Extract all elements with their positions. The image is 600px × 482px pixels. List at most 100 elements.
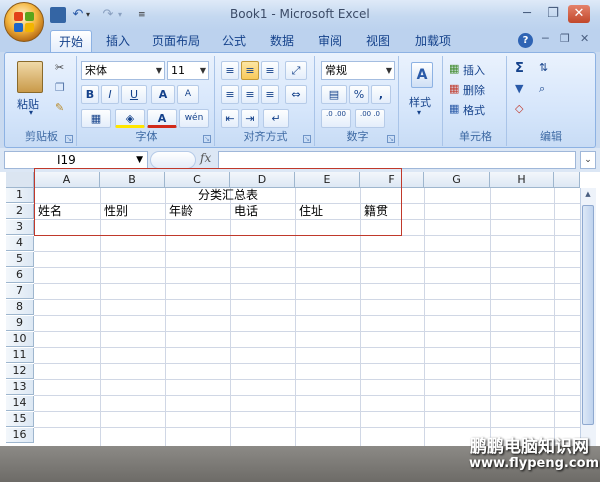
align-right-button[interactable]: ≡ <box>261 85 279 104</box>
number-expand-icon[interactable]: ↘ <box>387 135 395 143</box>
delete-cells-button[interactable]: 删除 <box>463 82 485 98</box>
align-middle-button[interactable]: ≡ <box>241 61 259 80</box>
tab-page-layout[interactable]: 页面布局 <box>146 30 206 52</box>
row-header-3[interactable]: 3 <box>6 220 34 235</box>
row-header-5[interactable]: 5 <box>6 252 34 267</box>
row-header-14[interactable]: 14 <box>6 396 34 411</box>
alignment-expand-icon[interactable]: ↘ <box>303 135 311 143</box>
fill-color-button[interactable]: ◈ <box>115 109 145 128</box>
row-header-11[interactable]: 11 <box>6 348 34 363</box>
column-header-h[interactable]: H <box>490 172 554 188</box>
increase-decimal-button[interactable]: .0 .00 <box>321 109 351 128</box>
formula-bar-separator[interactable] <box>150 151 196 169</box>
orientation-button[interactable]: ⤢ <box>285 61 307 80</box>
formula-input[interactable] <box>218 151 576 169</box>
align-left-button[interactable]: ≡ <box>221 85 239 104</box>
row-header-4[interactable]: 4 <box>6 236 34 251</box>
underline-button[interactable]: U <box>121 85 147 104</box>
number-format-select[interactable]: 常规 ▼ <box>321 61 395 80</box>
number-format-value: 常规 <box>325 64 347 77</box>
undo-icon[interactable]: ↶ <box>70 7 86 23</box>
format-painter-icon[interactable]: ✎ <box>55 101 64 114</box>
copy-icon[interactable]: ❐ <box>55 81 65 94</box>
font-size-select[interactable]: 11 ▼ <box>167 61 209 80</box>
clear-icon[interactable]: ◇ <box>515 102 523 115</box>
column-header-partial[interactable] <box>554 172 580 188</box>
scroll-up-icon[interactable]: ▲ <box>582 190 594 202</box>
row-header-2[interactable]: 2 <box>6 204 34 219</box>
tab-formulas[interactable]: 公式 <box>214 30 254 52</box>
tab-addins[interactable]: 加载项 <box>406 30 460 52</box>
tab-home[interactable]: 开始 <box>50 30 92 52</box>
font-expand-icon[interactable]: ↘ <box>203 135 211 143</box>
autosum-icon[interactable]: Σ <box>515 61 524 76</box>
borders-button[interactable]: ▦ <box>81 109 111 128</box>
column-header-g[interactable]: G <box>424 172 490 188</box>
row-header-8[interactable]: 8 <box>6 300 34 315</box>
decrease-indent-button[interactable]: ⇤ <box>221 109 239 128</box>
shrink-font-button[interactable]: A <box>177 85 199 104</box>
increase-indent-button[interactable]: ⇥ <box>241 109 259 128</box>
row-header-12[interactable]: 12 <box>6 364 34 379</box>
redo-icon[interactable]: ↷ <box>100 7 116 23</box>
group-cells: ▦ 插入 ▦ 删除 ▦ 格式 单元格 <box>445 56 507 146</box>
row-header-13[interactable]: 13 <box>6 380 34 395</box>
percent-button[interactable]: % <box>349 85 369 104</box>
redo-dropdown-icon[interactable]: ▾ <box>118 7 134 23</box>
minimize-icon[interactable]: ─ <box>516 5 538 23</box>
row-header-1[interactable]: 1 <box>6 188 34 203</box>
align-center-button[interactable]: ≡ <box>241 85 259 104</box>
row-header-10[interactable]: 10 <box>6 332 34 347</box>
decrease-decimal-button[interactable]: .00 .0 <box>355 109 385 128</box>
insert-function-icon[interactable]: fx <box>200 151 211 165</box>
gridline <box>34 379 580 380</box>
styles-dropdown-icon[interactable]: ▾ <box>417 108 421 117</box>
gridline <box>34 331 580 332</box>
tab-view[interactable]: 视图 <box>358 30 398 52</box>
phonetic-button[interactable]: wén <box>179 109 209 128</box>
cut-icon[interactable]: ✂ <box>55 61 64 74</box>
format-cells-button[interactable]: 格式 <box>463 102 485 118</box>
tab-review[interactable]: 审阅 <box>310 30 350 52</box>
font-name-select[interactable]: 宋体 ▼ <box>81 61 165 80</box>
ribbon-close-icon[interactable]: ✕ <box>580 32 589 45</box>
paste-icon[interactable] <box>17 61 43 93</box>
expand-formula-bar-icon[interactable]: ⌄ <box>580 151 596 169</box>
help-icon[interactable]: ? <box>518 33 533 48</box>
name-box[interactable]: I19 ▼ <box>4 151 148 169</box>
ribbon-restore-icon[interactable]: ❐ <box>560 32 570 45</box>
paste-dropdown-icon[interactable]: ▾ <box>29 108 33 117</box>
save-icon[interactable] <box>50 7 66 23</box>
row-header-6[interactable]: 6 <box>6 268 34 283</box>
office-button[interactable] <box>4 2 44 42</box>
row-header-16[interactable]: 16 <box>6 428 34 443</box>
row-header-9[interactable]: 9 <box>6 316 34 331</box>
merge-center-button[interactable]: ⇔ <box>285 85 307 104</box>
ribbon-minimize-icon[interactable]: ─ <box>542 32 549 45</box>
wrap-text-button[interactable]: ↵ <box>263 109 289 128</box>
row-header-15[interactable]: 15 <box>6 412 34 427</box>
align-bottom-button[interactable]: ≡ <box>261 61 279 80</box>
bold-button[interactable]: B <box>81 85 99 104</box>
fill-icon[interactable]: ▼ <box>515 82 523 95</box>
paste-button[interactable]: 粘贴 <box>17 96 39 112</box>
select-all-corner[interactable] <box>6 172 34 188</box>
ribbon: 粘贴 ▾ ✂ ❐ ✎ 剪贴板 ↘ 宋体 ▼ 11 ▼ B I U A A ▦ ◈ A… <box>4 52 596 148</box>
comma-button[interactable]: , <box>371 85 391 104</box>
tab-data[interactable]: 数据 <box>262 30 302 52</box>
customize-toolbar-icon[interactable]: ≡ <box>138 7 154 23</box>
insert-cells-button[interactable]: 插入 <box>463 62 485 78</box>
restore-icon[interactable]: ❐ <box>542 5 564 23</box>
grow-font-button[interactable]: A <box>151 85 175 104</box>
align-top-button[interactable]: ≡ <box>221 61 239 80</box>
font-color-button[interactable]: A <box>147 109 177 128</box>
italic-button[interactable]: I <box>101 85 119 104</box>
clipboard-expand-icon[interactable]: ↘ <box>65 135 73 143</box>
close-icon[interactable]: ✕ <box>568 5 590 23</box>
scrollbar-thumb[interactable] <box>582 205 594 425</box>
tab-insert[interactable]: 插入 <box>98 30 138 52</box>
currency-button[interactable]: ▤ <box>321 85 347 104</box>
row-header-7[interactable]: 7 <box>6 284 34 299</box>
sort-filter-icon[interactable]: ⇅ <box>539 61 548 74</box>
find-select-icon[interactable]: ⌕ <box>539 82 545 96</box>
